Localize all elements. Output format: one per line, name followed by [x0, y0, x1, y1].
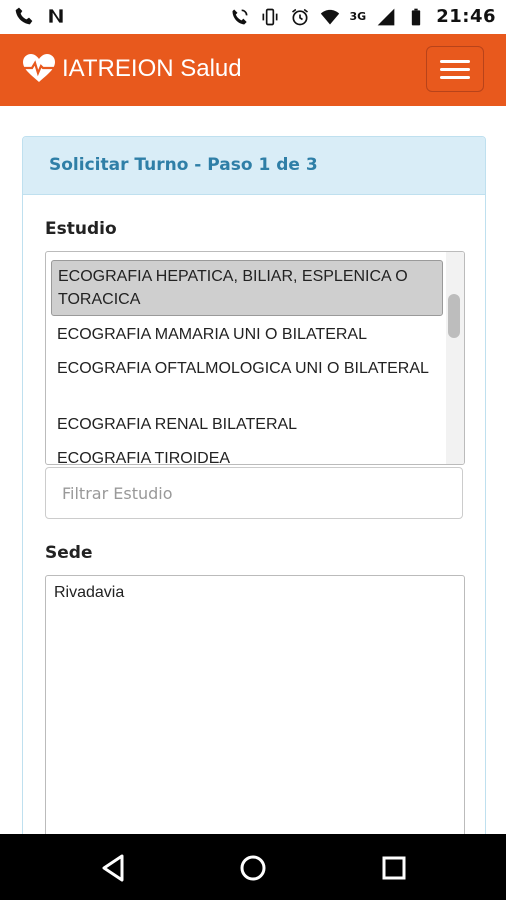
- home-icon[interactable]: [237, 852, 269, 884]
- filtrar-estudio-input[interactable]: [45, 467, 463, 519]
- turno-panel: Solicitar Turno - Paso 1 de 3 Estudio EC…: [22, 136, 486, 876]
- scrollbar-thumb[interactable]: [448, 294, 460, 338]
- hamburger-bar: [440, 68, 470, 71]
- vibrate-icon: [262, 8, 278, 25]
- heart-pulse-icon: [23, 54, 55, 82]
- estudio-option[interactable]: ECOGRAFIA RENAL BILATERAL: [51, 409, 443, 440]
- estudio-option[interactable]: ECOGRAFIA TIROIDEA: [51, 443, 443, 464]
- sede-option[interactable]: Rivadavia: [54, 584, 124, 602]
- app-header: IATREION Salud: [0, 34, 506, 106]
- estudio-select[interactable]: ECOGRAFIA HEPATICA, BILIAR, ESPLENICA O …: [45, 251, 465, 465]
- estudio-scrollbar[interactable]: [446, 252, 464, 464]
- sede-label: Sede: [45, 543, 93, 563]
- no-sim-icon: [49, 9, 63, 23]
- system-nav-bar: [0, 834, 506, 900]
- estudio-option[interactable]: ECOGRAFIA MAMARIA UNI O BILATERAL: [51, 319, 443, 350]
- hamburger-menu-button[interactable]: [426, 46, 484, 92]
- status-time: 21:46: [436, 6, 496, 27]
- app-title: IATREION Salud: [62, 55, 242, 82]
- hamburger-menu-icon: [440, 60, 470, 63]
- signal-icon: [377, 8, 395, 25]
- phone-icon: [15, 7, 33, 25]
- brand[interactable]: IATREION Salud: [22, 54, 242, 84]
- back-icon[interactable]: [98, 852, 130, 884]
- estudio-label: Estudio: [45, 219, 117, 239]
- estudio-option[interactable]: ECOGRAFIA HEPATICA, BILIAR, ESPLENICA O …: [51, 260, 443, 316]
- network-type-label: 3G: [349, 10, 367, 23]
- wifi-call-icon: [232, 9, 248, 24]
- hamburger-bar: [440, 76, 470, 79]
- wifi-icon: [320, 9, 339, 24]
- alarm-icon: [291, 8, 308, 25]
- panel-title: Solicitar Turno - Paso 1 de 3: [49, 155, 318, 175]
- recents-icon[interactable]: [378, 852, 410, 884]
- estudio-option[interactable]: ECOGRAFIA OFTALMOLOGICA UNI O BILATERAL: [51, 353, 443, 384]
- status-bar: 3G 21:46: [0, 0, 506, 34]
- battery-icon: [412, 8, 421, 25]
- sede-select[interactable]: Rivadavia: [45, 575, 465, 875]
- panel-heading: Solicitar Turno - Paso 1 de 3: [23, 137, 485, 195]
